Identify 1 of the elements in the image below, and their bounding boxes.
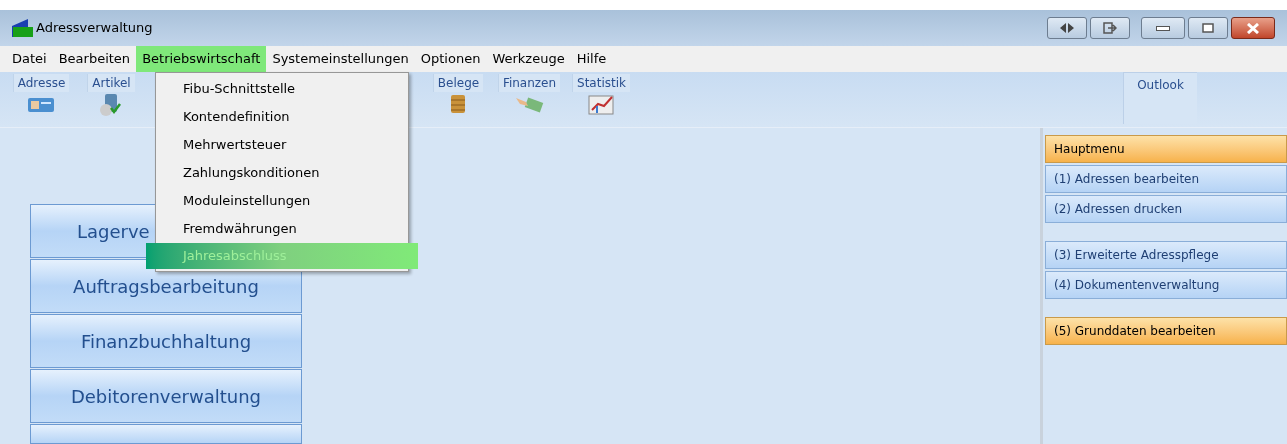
window-title: Adressverwaltung bbox=[36, 19, 153, 38]
